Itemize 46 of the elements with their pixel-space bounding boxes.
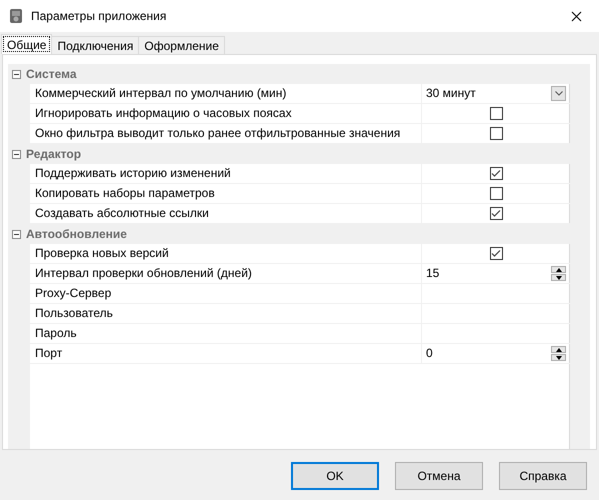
up-arrow-icon: [556, 268, 562, 272]
dialog-button[interactable]: Справка: [499, 462, 587, 490]
dropdown-value[interactable]: 30 минут: [426, 84, 551, 103]
spin-down-button[interactable]: [551, 354, 566, 361]
collapse-icon[interactable]: [12, 150, 21, 158]
app-icon: [8, 8, 24, 24]
up-arrow-icon: [556, 348, 562, 352]
number-field[interactable]: 15: [426, 264, 551, 283]
dropdown-button[interactable]: [551, 86, 566, 101]
category-label: Система: [26, 67, 77, 81]
collapse-icon[interactable]: [12, 70, 21, 78]
spin-down-button[interactable]: [551, 274, 566, 281]
tab[interactable]: Оформление: [138, 36, 225, 54]
property-label: Поддерживать историю изменений: [30, 164, 422, 183]
property-label: Окно фильтра выводит только ранее отфильтрованные значения: [30, 124, 422, 143]
checkbox[interactable]: [490, 127, 502, 140]
chevron-icon: [554, 91, 562, 96]
property-label: Коммерческий интервал по умолчанию (мин): [30, 84, 422, 103]
property-label: Пароль: [30, 324, 422, 343]
tab[interactable]: Общие: [1, 34, 52, 54]
property-label: Proxy-Сервер: [30, 284, 422, 303]
property-label: Игнорировать информацию о часовых поясах: [30, 104, 422, 123]
property-label: Порт: [30, 344, 422, 363]
checkbox[interactable]: [490, 207, 502, 220]
dialog-button[interactable]: OK: [291, 462, 379, 490]
spin-up-button[interactable]: [551, 266, 566, 273]
number-field[interactable]: 0: [426, 344, 551, 363]
property-label: Копировать наборы параметров: [30, 184, 422, 203]
down-arrow-icon: [556, 276, 562, 280]
property-label: Создавать абсолютные ссылки: [30, 204, 422, 223]
checkbox[interactable]: [490, 167, 502, 180]
spin-up-button[interactable]: [551, 346, 566, 353]
checkbox[interactable]: [490, 187, 502, 200]
checkbox[interactable]: [490, 247, 502, 260]
property-label: Интервал проверки обновлений (дней): [30, 264, 422, 283]
property-label: Пользователь: [30, 304, 422, 323]
close-icon: [570, 10, 582, 22]
property-label: Проверка новых версий: [30, 244, 422, 263]
dialog-button[interactable]: Отмена: [395, 462, 483, 490]
window-title: Параметры приложения: [31, 9, 166, 23]
down-arrow-icon: [556, 356, 562, 360]
category-label: Редактор: [26, 147, 82, 161]
category-label: Автообновление: [26, 227, 127, 241]
checkbox[interactable]: [490, 107, 502, 120]
collapse-icon[interactable]: [12, 230, 21, 238]
tab[interactable]: Подключения: [51, 36, 140, 54]
